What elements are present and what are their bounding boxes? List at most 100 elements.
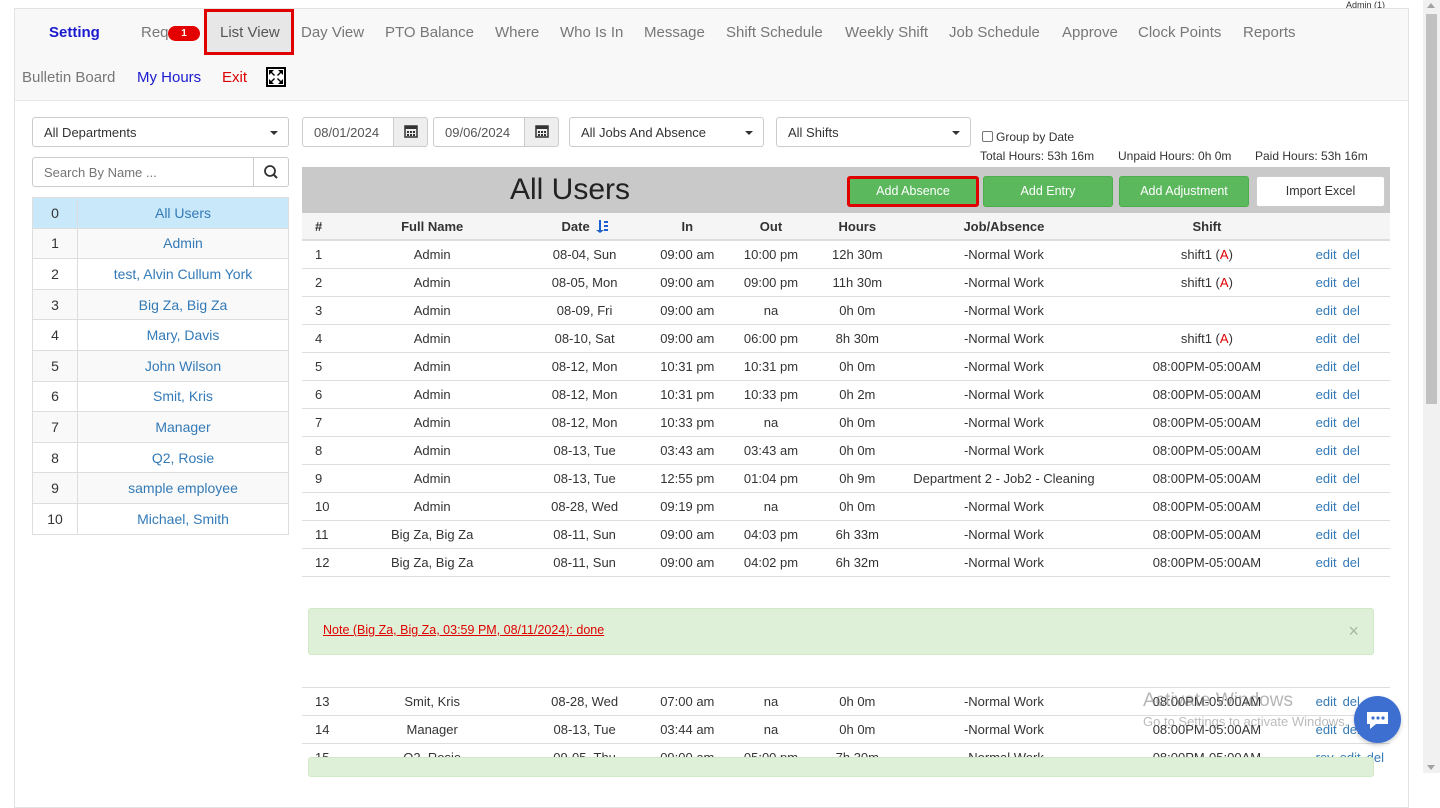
edit-link[interactable]: edit: [1316, 555, 1337, 570]
jobs-select-value: All Jobs And Absence: [581, 125, 707, 140]
delete-link[interactable]: del: [1343, 303, 1360, 318]
import-excel-button[interactable]: Import Excel: [1256, 176, 1385, 207]
col-date[interactable]: Date: [519, 213, 650, 241]
nav-requests[interactable]: Req: [141, 24, 169, 41]
edit-link[interactable]: edit: [1316, 527, 1337, 542]
nav-exit[interactable]: Exit: [222, 69, 247, 86]
add-adjustment-button[interactable]: Add Adjustment: [1119, 176, 1249, 207]
user-list-item[interactable]: 8 Q2, Rosie: [32, 441, 289, 474]
delete-link[interactable]: del: [1343, 247, 1360, 262]
date-from-calendar-button[interactable]: [393, 117, 428, 147]
nav-my-hours[interactable]: My Hours: [137, 69, 201, 86]
date-from-input[interactable]: 08/01/2024: [302, 117, 394, 147]
shifts-select[interactable]: All Shifts: [776, 117, 971, 147]
edit-link[interactable]: edit: [1316, 387, 1337, 402]
row-full-name: Admin: [344, 435, 520, 464]
edit-link[interactable]: edit: [1316, 499, 1337, 514]
edit-link[interactable]: edit: [1316, 303, 1337, 318]
date-to-input[interactable]: 09/06/2024: [433, 117, 525, 147]
row-out: 10:31 pm: [724, 351, 817, 380]
user-name-link[interactable]: John Wilson: [77, 349, 289, 382]
edit-link[interactable]: edit: [1316, 359, 1337, 374]
col-full-name[interactable]: Full Name: [344, 213, 520, 241]
row-date: 08-12, Mon: [519, 379, 650, 408]
nav-approve[interactable]: Approve: [1062, 24, 1118, 41]
delete-link[interactable]: del: [1343, 443, 1360, 458]
scroll-down-arrow-icon[interactable]: [1427, 765, 1435, 770]
delete-link[interactable]: del: [1343, 527, 1360, 542]
nav-job-schedule[interactable]: Job Schedule: [949, 24, 1040, 41]
note-link[interactable]: Note (Big Za, Big Za, 03:59 PM, 08/11/20…: [323, 623, 604, 637]
edit-link[interactable]: edit: [1316, 415, 1337, 430]
group-by-date-checkbox[interactable]: [982, 131, 993, 142]
row-hours: 6h 33m: [817, 519, 898, 548]
user-list-item[interactable]: 3 Big Za, Big Za: [32, 288, 289, 321]
group-by-date-toggle[interactable]: Group by Date: [982, 130, 1074, 144]
nav-shift-schedule[interactable]: Shift Schedule: [726, 24, 823, 41]
department-select[interactable]: All Departments: [32, 117, 289, 147]
user-list-item[interactable]: 4 Mary, Davis: [32, 319, 289, 351]
edit-link[interactable]: edit: [1316, 247, 1337, 262]
nav-who-is-in[interactable]: Who Is In: [560, 24, 623, 41]
delete-link[interactable]: del: [1343, 499, 1360, 514]
scroll-up-arrow-icon[interactable]: [1427, 3, 1435, 8]
user-number: 7: [32, 411, 78, 443]
sort-ascending-icon[interactable]: [595, 219, 608, 233]
delete-link[interactable]: del: [1343, 331, 1360, 346]
search-input[interactable]: [32, 157, 254, 187]
row-hours: 0h 0m: [817, 714, 898, 743]
user-list-item[interactable]: 7 Manager: [32, 411, 289, 443]
delete-link[interactable]: del: [1343, 471, 1360, 486]
search-button[interactable]: [253, 157, 289, 187]
user-name-link[interactable]: Q2, Rosie: [77, 441, 289, 474]
user-name-link[interactable]: Michael, Smith: [77, 502, 289, 535]
user-name-link[interactable]: sample employee: [77, 472, 289, 504]
user-list-item[interactable]: 6 Smit, Kris: [32, 380, 289, 413]
add-absence-button[interactable]: Add Absence: [847, 176, 979, 207]
edit-link[interactable]: edit: [1316, 443, 1337, 458]
nav-weekly-shift[interactable]: Weekly Shift: [845, 24, 928, 41]
nav-pto-balance[interactable]: PTO Balance: [385, 24, 474, 41]
nav-list-view[interactable]: List View: [220, 24, 280, 41]
delete-link[interactable]: del: [1343, 387, 1360, 402]
delete-link[interactable]: del: [1343, 415, 1360, 430]
edit-link[interactable]: edit: [1316, 331, 1337, 346]
fullscreen-icon[interactable]: [266, 67, 286, 87]
edit-link[interactable]: edit: [1316, 275, 1337, 290]
nav-clock-points[interactable]: Clock Points: [1138, 24, 1221, 41]
user-name-link[interactable]: All Users: [77, 197, 289, 229]
delete-link[interactable]: del: [1343, 275, 1360, 290]
vertical-scrollbar[interactable]: [1423, 0, 1440, 773]
user-list-item[interactable]: 10 Michael, Smith: [32, 502, 289, 535]
nav-setting[interactable]: Setting: [49, 24, 100, 41]
nav-reports[interactable]: Reports: [1243, 24, 1296, 41]
user-list-item[interactable]: 5 John Wilson: [32, 349, 289, 382]
user-name-link[interactable]: Smit, Kris: [77, 380, 289, 413]
user-list-item[interactable]: 0 All Users: [32, 197, 289, 229]
jobs-select[interactable]: All Jobs And Absence: [569, 117, 764, 147]
nav-message[interactable]: Message: [644, 24, 705, 41]
chat-button[interactable]: [1354, 696, 1401, 743]
date-to-calendar-button[interactable]: [524, 117, 559, 147]
edit-link[interactable]: edit: [1316, 471, 1337, 486]
user-name-link[interactable]: Mary, Davis: [77, 319, 289, 351]
scrollbar-thumb[interactable]: [1426, 14, 1437, 404]
user-list-item[interactable]: 9 sample employee: [32, 472, 289, 504]
row-actions: edit del: [1303, 407, 1390, 436]
user-name-link[interactable]: Admin: [77, 227, 289, 260]
user-list-item[interactable]: 1 Admin: [32, 227, 289, 260]
delete-link[interactable]: del: [1343, 555, 1360, 570]
user-list-item[interactable]: 2 test, Alvin Cullum York: [32, 258, 289, 290]
row-number: 6: [302, 379, 345, 408]
nav-where[interactable]: Where: [495, 24, 539, 41]
user-name-link[interactable]: Manager: [77, 411, 289, 443]
user-name-link[interactable]: Big Za, Big Za: [77, 288, 289, 321]
table-row: 6 Admin 08-12, Mon 10:31 pm 10:33 pm 0h 2m -No…: [302, 379, 1390, 408]
nav-day-view[interactable]: Day View: [301, 24, 364, 41]
edit-link[interactable]: edit: [1316, 694, 1337, 709]
nav-bulletin-board[interactable]: Bulletin Board: [22, 69, 115, 86]
delete-link[interactable]: del: [1343, 359, 1360, 374]
add-entry-button[interactable]: Add Entry: [983, 176, 1113, 207]
close-icon[interactable]: ×: [1348, 621, 1359, 642]
user-name-link[interactable]: test, Alvin Cullum York: [77, 258, 289, 290]
